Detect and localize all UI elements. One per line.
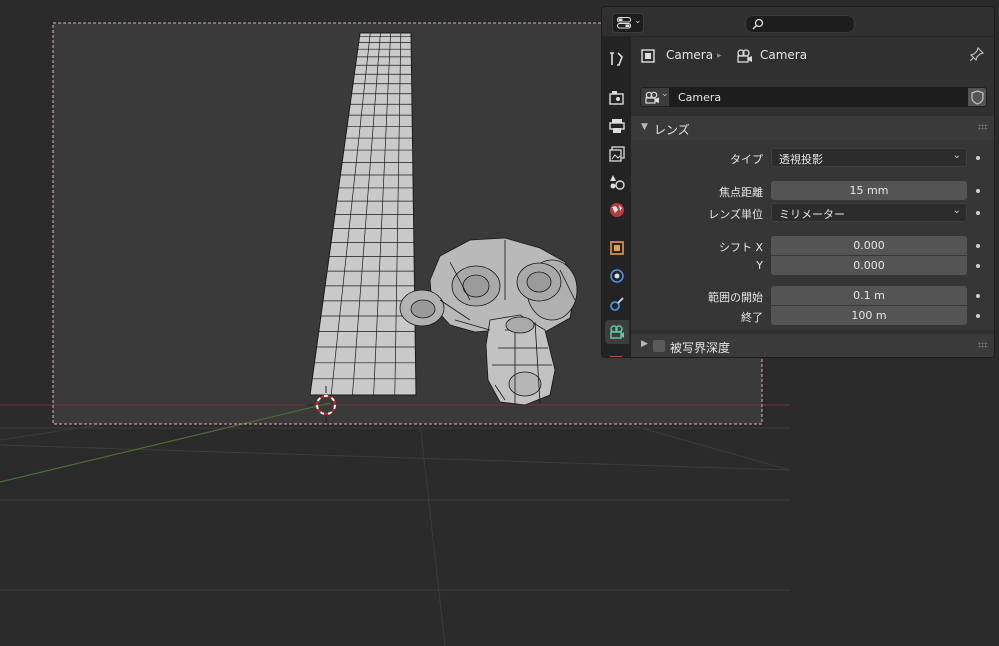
animate-property-dot[interactable] (976, 211, 980, 215)
focal-length-label: 焦点距離 (719, 186, 763, 199)
properties-header: ⌄ (602, 7, 994, 37)
image-layers-icon (609, 146, 625, 162)
animate-property-dot[interactable] (976, 294, 980, 298)
clip-start-field[interactable]: 0.1 m (771, 286, 967, 305)
printer-icon (609, 119, 625, 133)
search-input[interactable] (745, 15, 855, 33)
wrench-screwdriver-icon (610, 52, 623, 66)
properties-tabs (602, 37, 631, 357)
animate-property-dot[interactable] (976, 264, 980, 268)
search-icon (752, 18, 764, 30)
tab-object-data-camera[interactable] (605, 320, 629, 344)
shift-x-field[interactable]: 0.000 (771, 236, 967, 255)
tab-render[interactable] (605, 86, 629, 110)
chevron-down-icon: ⌄ (634, 16, 642, 26)
shield-icon (971, 90, 984, 105)
fake-user-button[interactable] (967, 87, 987, 107)
lens-panel-header[interactable]: ▼ レンズ (631, 116, 994, 140)
lens-panel-title: レンズ (654, 123, 690, 137)
dof-enable-checkbox[interactable] (653, 340, 665, 352)
focal-length-field[interactable]: 15 mm (771, 181, 967, 200)
lens-unit-label: レンズ単位 (708, 208, 763, 221)
datablock-name-field[interactable]: Camera (670, 87, 967, 107)
pin-icon[interactable] (970, 47, 984, 61)
tab-view-layer[interactable] (605, 142, 629, 166)
world-icon (610, 203, 624, 217)
lens-unit-dropdown[interactable]: ミリメーター ⌄ (771, 203, 967, 222)
lens-type-value: 透視投影 (779, 153, 823, 166)
object-icon (641, 49, 655, 63)
breadcrumb-object: Camera (666, 48, 714, 62)
clip-start-label: 範囲の開始 (708, 291, 763, 304)
dof-panel-header[interactable]: ▶ 被写界深度 (631, 334, 994, 357)
tab-world[interactable] (605, 198, 629, 222)
tab-output[interactable] (605, 114, 629, 138)
animate-property-dot[interactable] (976, 244, 980, 248)
constraint-icon (610, 297, 624, 311)
properties-editor-icon (617, 17, 631, 29)
chevron-down-icon: ⌄ (952, 205, 961, 216)
tab-physics[interactable] (605, 264, 629, 288)
breadcrumb-data: Camera (760, 48, 808, 62)
object-icon (610, 241, 624, 255)
dof-panel-title: 被写界深度 (670, 341, 731, 355)
breadcrumb-separator-icon: ▸ (717, 51, 722, 61)
camera-datablock-selector: ⌄ Camera (640, 87, 989, 109)
tab-object[interactable] (605, 236, 629, 260)
properties-content: Camera ▸ Camera ⌄ Camera ▼ レンズ タイプ 透視投影 … (631, 37, 994, 357)
properties-editor[interactable]: ⌄ Camera ▸ Camera ⌄ Camera ▼ レンズ タイプ 透視投… (601, 6, 995, 358)
animate-property-dot[interactable] (976, 314, 980, 318)
animate-property-dot[interactable] (976, 189, 980, 193)
lens-panel-body: タイプ 透視投影 ⌄ 焦点距離 15 mm レンズ単位 ミリメーター ⌄ シフト… (631, 140, 994, 330)
drag-grip-icon[interactable] (978, 342, 988, 348)
lens-type-label: タイプ (730, 153, 763, 166)
render-camera-icon (609, 91, 624, 105)
datablock-browse-button[interactable]: ⌄ (640, 87, 670, 107)
tab-tool[interactable] (605, 47, 629, 71)
physics-orbit-icon (610, 269, 624, 283)
camera-data-icon (645, 91, 659, 104)
editor-type-button[interactable]: ⌄ (612, 13, 644, 33)
clip-end-field[interactable]: 100 m (771, 306, 967, 325)
animate-property-dot[interactable] (976, 156, 980, 160)
expanded-triangle-icon: ▼ (641, 122, 648, 132)
camera-data-icon (610, 325, 624, 339)
scene-icon (610, 175, 625, 190)
shift-x-label: シフト X (718, 241, 763, 254)
camera-data-icon (737, 49, 752, 63)
drag-grip-icon[interactable] (978, 124, 988, 130)
lens-type-dropdown[interactable]: 透視投影 ⌄ (771, 148, 967, 167)
blender-window: ⌄ Camera ▸ Camera ⌄ Camera ▼ レンズ タイプ 透視投… (0, 0, 999, 646)
shift-y-field[interactable]: 0.000 (771, 256, 967, 275)
chevron-down-icon: ⌄ (661, 89, 669, 99)
chevron-down-icon: ⌄ (952, 150, 961, 161)
tab-constraints[interactable] (605, 292, 629, 316)
lens-unit-value: ミリメーター (779, 208, 845, 221)
tab-scene[interactable] (605, 170, 629, 194)
shift-y-label: Y (756, 259, 763, 272)
tab-material-partial[interactable] (605, 355, 629, 357)
clip-end-label: 終了 (741, 311, 763, 324)
collapsed-triangle-icon: ▶ (641, 339, 648, 349)
